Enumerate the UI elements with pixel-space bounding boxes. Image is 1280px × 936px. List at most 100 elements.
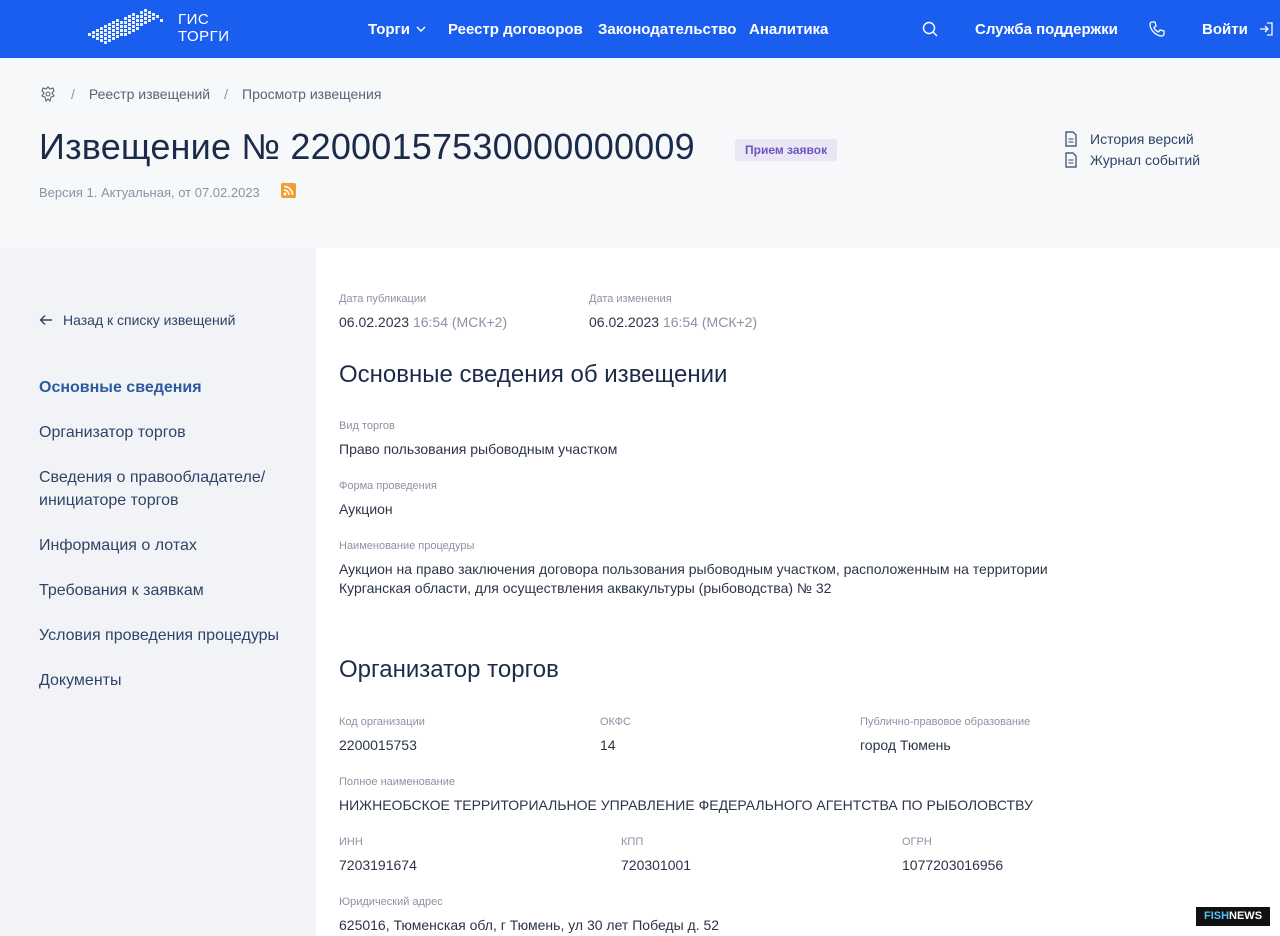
page-title: Извещение № 22000157530000000009: [39, 126, 695, 167]
field-label: Вид торгов: [339, 420, 395, 432]
modification-date-field: Дата изменения 06.02.2023 16:54 (МСК+2): [589, 293, 757, 332]
field-label: Полное наименование: [339, 776, 455, 788]
rss-icon[interactable]: [281, 183, 296, 198]
org-code-field: Код организации 2200015753: [339, 716, 425, 755]
field-value: 14: [600, 737, 616, 753]
back-to-list-label: Назад к списку извещений: [63, 312, 236, 328]
nav-analit-label: Аналитика: [749, 20, 829, 38]
kpp-field: КПП 720301001: [621, 836, 691, 875]
version-info: Версия 1. Актуальная, от 07.02.2023: [39, 185, 260, 200]
sidebar-item-usloviya[interactable]: Условия проведения процедуры: [39, 624, 289, 647]
legal-address-field: Юридический адрес 625016, Тюменская обл,…: [339, 896, 719, 935]
gis-torgi-logo[interactable]: ГИС ТОРГИ: [82, 7, 230, 49]
field-value: 625016, Тюменская обл, г Тюмень, ул 30 л…: [339, 917, 720, 933]
auction-form-field: Форма проведения Аукцион: [339, 480, 437, 519]
russia-map-logo-icon: [88, 9, 163, 44]
procedure-name-field: Наименование процедуры Аукцион на право …: [339, 540, 1059, 598]
watermark-fish: FISH: [1203, 910, 1230, 922]
field-label: ИНН: [339, 836, 363, 848]
status-badge: Прием заявок: [735, 139, 838, 161]
event-journal-label: Журнал событий: [1090, 151, 1201, 168]
field-label: Наименование процедуры: [339, 540, 475, 552]
ogrn-field: ОГРН 1077203016956: [902, 836, 1003, 875]
nav-zakon-label: Законодательство: [598, 20, 737, 38]
nav-torgi[interactable]: Торги: [368, 0, 426, 58]
field-value: Аукцион на право заключения договора пол…: [339, 560, 1059, 598]
event-journal-link[interactable]: Журнал событий: [1064, 149, 1200, 170]
section-title-organizer: Организатор торгов: [339, 656, 559, 683]
public-entity-field: Публично-правовое образование город Тюме…: [860, 716, 1030, 755]
field-value: Право пользования рыбоводным участком: [339, 441, 618, 457]
field-label: Код организации: [339, 716, 425, 728]
login-icon: [1259, 22, 1273, 36]
fishnews-watermark: FISHNEWS: [1196, 907, 1270, 926]
sidebar-item-loty[interactable]: Информация о лотах: [39, 534, 289, 557]
top-navigation-bar: ГИС ТОРГИ Торги Реестр договоров Законод…: [0, 0, 1280, 58]
nav-reestr-dogovorov[interactable]: Реестр договоров: [448, 0, 583, 58]
field-label: Дата публикации: [339, 293, 427, 305]
field-value: 2200015753: [339, 737, 417, 753]
history-versions-link[interactable]: История версий: [1064, 128, 1200, 149]
coat-of-arms-icon[interactable]: [39, 85, 57, 103]
field-label: Юридический адрес: [339, 896, 443, 908]
chevron-down-icon: [416, 26, 426, 32]
sidebar-item-osnovnye-svedeniya[interactable]: Основные сведения: [39, 376, 289, 399]
breadcrumb-current: Просмотр извещения: [242, 86, 382, 102]
notice-side-links: История версий Журнал событий: [1064, 128, 1200, 170]
sidebar: Назад к списку извещений Основные сведен…: [0, 248, 316, 936]
breadcrumb: / Реестр извещений / Просмотр извещения: [39, 85, 381, 103]
okfs-field: ОКФС 14: [600, 716, 631, 755]
search-icon[interactable]: [921, 20, 939, 38]
phone-icon[interactable]: [1148, 20, 1166, 38]
watermark-news: NEWS: [1229, 910, 1263, 922]
section-title-basic: Основные сведения об извещении: [339, 361, 728, 388]
sidebar-item-pravoobladatel[interactable]: Сведения о правообладателе/ инициаторе т…: [39, 466, 289, 512]
notice-header-section: / Реестр извещений / Просмотр извещения …: [0, 58, 1280, 248]
field-label: Публично-правовое образование: [860, 716, 1031, 728]
field-value: 720301001: [621, 857, 692, 873]
document-icon: [1065, 130, 1077, 147]
logo-line-2: ТОРГИ: [178, 28, 230, 45]
field-label: ОКФС: [600, 716, 631, 728]
field-value: Аукцион: [339, 501, 393, 517]
main-content: Дата публикации 06.02.2023 16:54 (МСК+2)…: [339, 248, 1239, 936]
sidebar-item-organizator[interactable]: Организатор торгов: [39, 421, 289, 444]
sidebar-item-trebovaniya[interactable]: Требования к заявкам: [39, 579, 289, 602]
field-value: 7203191674: [339, 857, 417, 873]
sidebar-section-nav: Основные сведения Организатор торгов Све…: [39, 376, 289, 714]
logo-line-1: ГИС: [178, 11, 210, 28]
procedure-name-line-1: Аукцион на право заключения договора пол…: [339, 561, 1048, 577]
field-value: 1077203016956: [902, 857, 1004, 873]
back-to-list-link[interactable]: Назад к списку извещений: [39, 312, 235, 328]
field-value: 06.02.2023 16:54 (МСК+2): [339, 313, 507, 332]
publication-date-field: Дата публикации 06.02.2023 16:54 (МСК+2): [339, 293, 507, 332]
field-value: НИЖНЕОБСКОЕ ТЕРРИТОРИАЛЬНОЕ УПРАВЛЕНИЕ Ф…: [339, 797, 1033, 813]
time-value: 16:54 (МСК+2): [412, 314, 508, 330]
field-label: Форма проведения: [339, 480, 437, 492]
full-name-field: Полное наименование НИЖНЕОБСКОЕ ТЕРРИТОР…: [339, 776, 1033, 815]
field-label: КПП: [621, 836, 644, 848]
date-value: 06.02.2023: [339, 314, 410, 330]
field-label: Дата изменения: [589, 293, 672, 305]
field-value: город Тюмень: [860, 737, 951, 753]
nav-reestr-label: Реестр договоров: [448, 20, 583, 38]
nav-zakonodatelstvo[interactable]: Законодательство: [598, 0, 736, 58]
sidebar-item-dokumenty[interactable]: Документы: [39, 669, 289, 692]
nav-torgi-label: Торги: [368, 20, 411, 38]
auction-type-field: Вид торгов Право пользования рыбоводным …: [339, 420, 617, 459]
date-value: 06.02.2023: [589, 314, 660, 330]
logo-text: ГИС ТОРГИ: [178, 11, 230, 45]
breadcrumb-reestr-izvescheniy[interactable]: Реестр извещений: [89, 86, 210, 102]
support-label: Служба поддержки: [975, 20, 1118, 38]
arrow-left-icon: [39, 315, 52, 325]
field-value: 06.02.2023 16:54 (МСК+2): [589, 313, 757, 332]
support-link[interactable]: Служба поддержки: [975, 0, 1118, 58]
time-value: 16:54 (МСК+2): [662, 314, 758, 330]
nav-analitika[interactable]: Аналитика: [749, 0, 828, 58]
document-icon: [1065, 151, 1077, 168]
breadcrumb-separator: /: [224, 86, 228, 102]
history-versions-label: История версий: [1090, 130, 1194, 147]
procedure-name-line-2: Курганская области, для осуществления ак…: [339, 580, 832, 596]
login-label: Войти: [1202, 20, 1248, 38]
login-button[interactable]: Войти: [1202, 0, 1274, 58]
